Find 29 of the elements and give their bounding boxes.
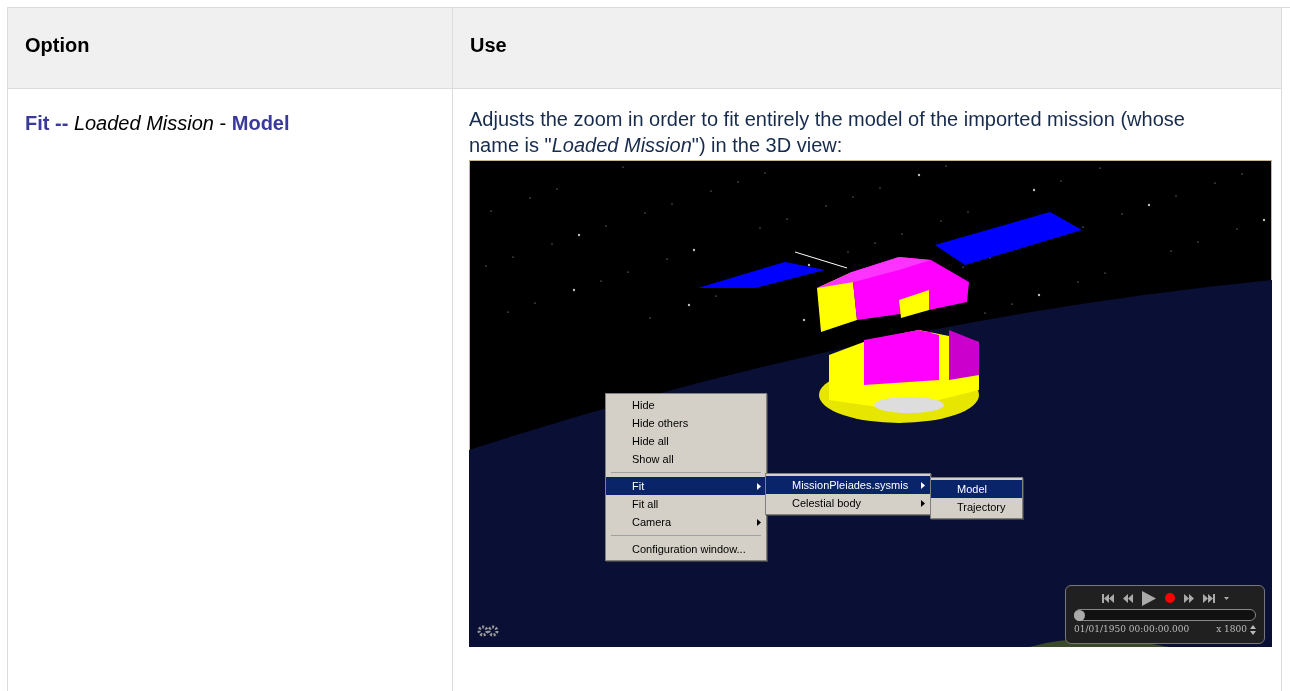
column-header: Use bbox=[453, 8, 1282, 89]
menu-item[interactable]: Hide bbox=[606, 396, 766, 414]
menu-item[interactable]: Fit all bbox=[606, 495, 766, 513]
menu-item[interactable]: Trajectory bbox=[931, 498, 1022, 516]
caret-icon[interactable] bbox=[1223, 596, 1229, 600]
spinner-arrows-icon[interactable] bbox=[1250, 624, 1256, 635]
gears-icon[interactable] bbox=[477, 624, 499, 638]
menu-item[interactable]: Hide others bbox=[606, 414, 766, 432]
menu-item[interactable]: Model bbox=[931, 480, 1022, 498]
date-time-text: 01/01/1950 00:00:00.000 bbox=[1074, 623, 1190, 636]
speed-text: x 1800 bbox=[1216, 623, 1247, 636]
column-header: Option bbox=[8, 8, 453, 89]
skip-forward-icon[interactable] bbox=[1202, 593, 1215, 603]
menu-item[interactable]: MissionPleiades.sysmis bbox=[766, 476, 930, 494]
menu-item[interactable]: Celestial body bbox=[766, 494, 930, 512]
menu-item[interactable]: Show all bbox=[606, 450, 766, 468]
play-icon[interactable] bbox=[1141, 590, 1156, 606]
timeline-slider[interactable] bbox=[1074, 609, 1256, 621]
slider-thumb[interactable] bbox=[1074, 610, 1085, 621]
menu-item[interactable]: Hide all bbox=[606, 432, 766, 450]
menu-item[interactable]: Fit bbox=[606, 477, 766, 495]
rewind-icon[interactable] bbox=[1122, 593, 1133, 603]
record-icon[interactable] bbox=[1164, 593, 1175, 603]
description-text: Adjusts the zoom in order to fit entirely the model of the imported mission (whose name is "Loaded Mission") in the 3D view: bbox=[469, 107, 1186, 158]
menu-item[interactable]: Camera bbox=[606, 513, 766, 531]
fast-forward-icon[interactable] bbox=[1183, 593, 1194, 603]
skip-back-icon[interactable] bbox=[1101, 593, 1114, 603]
option-text: Fit -- Loaded Mission - Model bbox=[25, 112, 290, 134]
menu-item[interactable]: Configuration window... bbox=[606, 540, 766, 558]
